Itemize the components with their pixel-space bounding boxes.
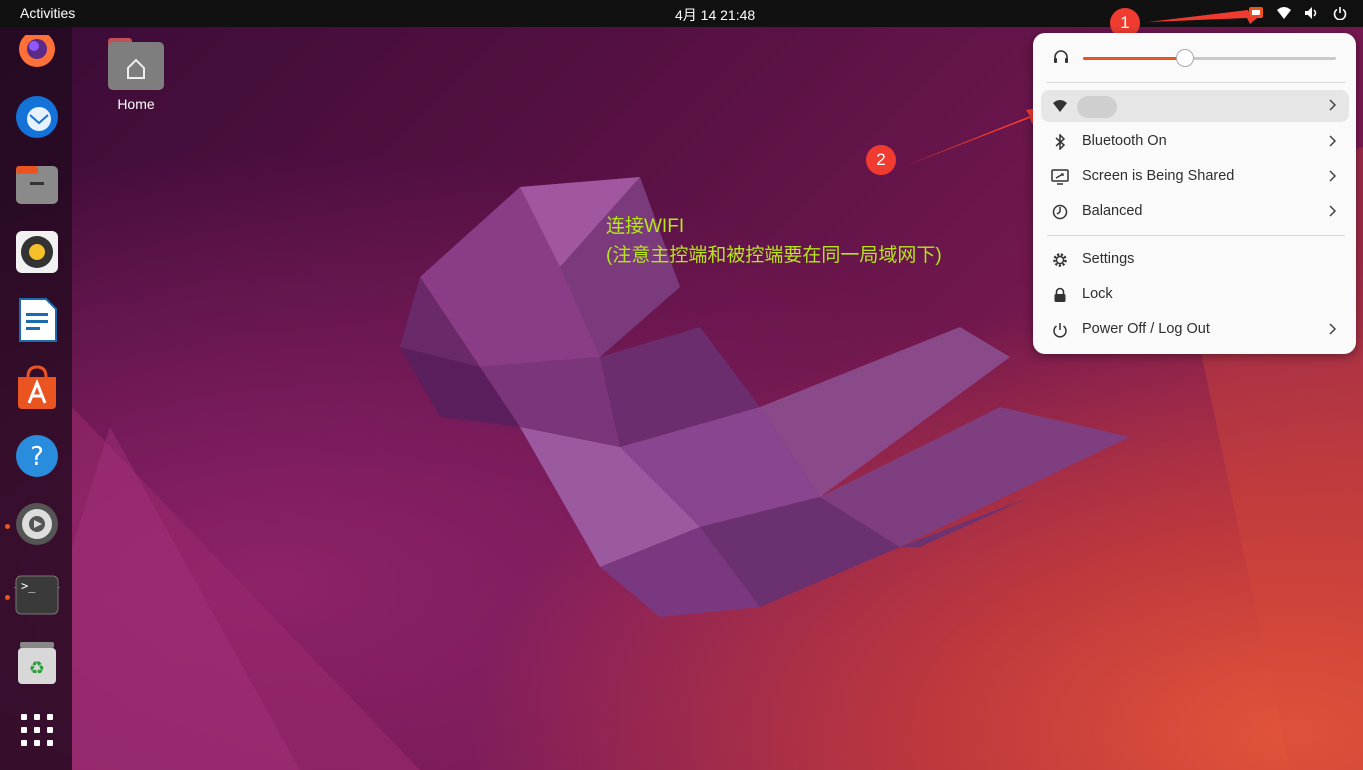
menu-item-power-mode[interactable]: Balanced — [1041, 196, 1349, 228]
lock-icon — [1051, 286, 1069, 304]
wifi-icon[interactable] — [1275, 4, 1293, 22]
menu-item-settings[interactable]: Settings — [1041, 244, 1349, 276]
chevron-right-icon — [1327, 321, 1339, 337]
menu-item-label: Screen is Being Shared — [1082, 168, 1235, 184]
annotation-line-1: 连接WIFI — [606, 216, 685, 237]
power-icon[interactable] — [1331, 4, 1349, 22]
libreoffice-writer-icon[interactable] — [14, 297, 60, 343]
svg-text:?: ? — [30, 442, 44, 472]
firefox-icon[interactable] — [14, 30, 60, 76]
clock[interactable]: 4月 14 21:48 — [675, 5, 755, 25]
terminal-icon[interactable]: >_ — [14, 572, 60, 618]
files-icon[interactable] — [14, 162, 60, 208]
home-label: Home — [117, 96, 155, 112]
activities-button[interactable]: Activities — [20, 5, 75, 21]
menu-item-bluetooth[interactable]: Bluetooth On — [1041, 126, 1349, 158]
svg-text:>_: >_ — [21, 579, 36, 593]
show-apps-icon[interactable] — [14, 707, 60, 753]
wifi-network-name-redacted — [1077, 96, 1117, 118]
chevron-right-icon — [1327, 203, 1339, 219]
help-icon[interactable]: ? — [14, 433, 60, 479]
menu-item-label: Bluetooth On — [1082, 133, 1167, 149]
chevron-right-icon — [1327, 97, 1339, 113]
home-folder-icon — [108, 38, 164, 90]
menu-item-wifi[interactable] — [1041, 90, 1349, 122]
marker-2: 2 — [866, 145, 896, 175]
running-indicator — [5, 524, 10, 529]
power-profile-icon — [1051, 203, 1069, 221]
menu-separator — [1047, 82, 1345, 83]
chevron-right-icon — [1327, 168, 1339, 184]
running-indicator — [5, 595, 10, 600]
screen-share-icon — [1051, 168, 1069, 186]
desktop-home-folder[interactable]: Home — [104, 38, 168, 112]
menu-item-label: Settings — [1082, 251, 1135, 267]
volume-row — [1033, 45, 1356, 71]
volume-slider-knob[interactable] — [1176, 49, 1195, 67]
menu-item-label: Power Off / Log Out — [1082, 321, 1210, 337]
wifi-icon — [1051, 97, 1069, 115]
settings-icon[interactable] — [14, 501, 60, 547]
menu-separator — [1047, 235, 1345, 236]
gear-icon — [1051, 251, 1069, 269]
menu-item-lock[interactable]: Lock — [1041, 279, 1349, 311]
dock: ? >_ ♻ — [0, 27, 72, 770]
volume-icon[interactable] — [1303, 4, 1321, 22]
power-icon — [1051, 321, 1069, 339]
bluetooth-icon — [1051, 133, 1069, 151]
annotation-line-2: (注意主控端和被控端要在同一局域网下) — [606, 245, 942, 266]
app-center-icon[interactable] — [14, 365, 60, 411]
system-tray[interactable] — [1247, 4, 1349, 22]
volume-slider[interactable] — [1083, 49, 1336, 67]
menu-item-label: Balanced — [1082, 203, 1143, 219]
menu-item-power-off[interactable]: Power Off / Log Out — [1041, 314, 1349, 346]
svg-text:♻: ♻ — [29, 658, 45, 679]
menu-item-screen-sharing[interactable]: Screen is Being Shared — [1041, 161, 1349, 193]
volume-slider-fill — [1083, 57, 1185, 60]
thunderbird-icon[interactable] — [14, 93, 60, 139]
system-menu: Bluetooth On Screen is Being Shared Bala… — [1033, 33, 1356, 354]
chevron-right-icon — [1327, 133, 1339, 149]
rhythmbox-icon[interactable] — [14, 229, 60, 275]
trash-icon[interactable]: ♻ — [14, 640, 60, 686]
annotation-note: 连接WIFI (注意主控端和被控端要在同一局域网下) — [606, 212, 942, 270]
screen-share-icon[interactable] — [1247, 4, 1265, 22]
top-bar: Activities 4月 14 21:48 — [0, 0, 1363, 27]
menu-item-label: Lock — [1082, 286, 1113, 302]
headphones-icon — [1053, 49, 1069, 69]
